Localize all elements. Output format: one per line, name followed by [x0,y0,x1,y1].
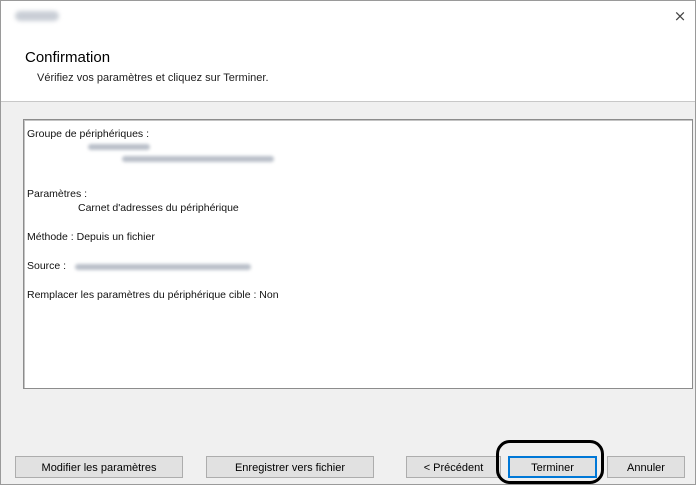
close-icon[interactable]: × [671,7,689,25]
wizard-body: Groupe de périphériques : Paramètres : C… [1,102,695,484]
wizard-header: Confirmation Vérifiez vos paramètres et … [1,31,695,102]
source-label: Source : [27,260,67,272]
wizard-window: × Confirmation Vérifiez vos paramètres e… [0,0,696,485]
device-group-label: Groupe de périphériques : [27,128,149,140]
device-group-name-redacted [88,144,150,150]
save-to-file-button[interactable]: Enregistrer vers fichier [206,456,374,478]
device-group-address-redacted [122,156,274,162]
settings-label: Paramètres : [27,188,88,200]
source-path-redacted [75,264,251,270]
window-title-redacted [15,11,59,21]
settings-value: Carnet d'adresses du périphérique [78,202,239,214]
modify-settings-button[interactable]: Modifier les paramètres [15,456,183,478]
title-bar: × [1,1,695,31]
page-subtitle: Vérifiez vos paramètres et cliquez sur T… [37,72,269,84]
finish-button[interactable]: Terminer [508,456,597,478]
cancel-button[interactable]: Annuler [607,456,685,478]
summary-box: Groupe de périphériques : Paramètres : C… [23,119,693,389]
method-line: Méthode : Depuis un fichier [27,231,155,243]
replace-line: Remplacer les paramètres du périphérique… [27,289,279,301]
previous-button[interactable]: < Précédent [406,456,501,478]
page-title: Confirmation [25,49,111,66]
